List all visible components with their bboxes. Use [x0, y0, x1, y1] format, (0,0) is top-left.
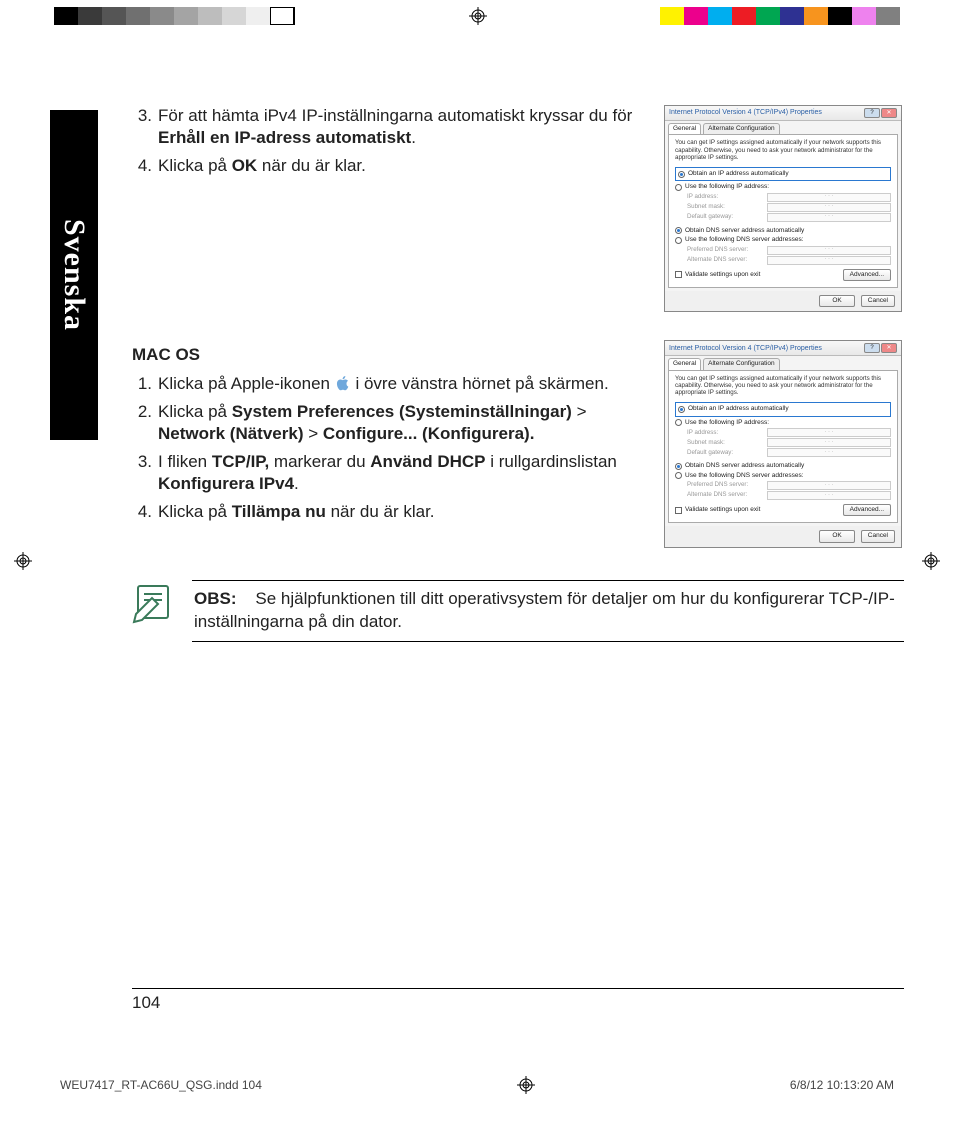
- dns1-field[interactable]: · · ·: [767, 246, 891, 255]
- radio-ip-manual[interactable]: [675, 184, 682, 191]
- cancel-button[interactable]: Cancel: [861, 530, 895, 542]
- ip-address-field[interactable]: · · ·: [767, 428, 891, 437]
- page-number: 104: [132, 993, 160, 1013]
- tcpip-properties-dialog: Internet Protocol Version 4 (TCP/IPv4) P…: [664, 105, 902, 312]
- help-button[interactable]: ?: [864, 343, 880, 353]
- color-swatches: [660, 7, 900, 25]
- registration-mark-icon: [517, 1076, 535, 1094]
- list-item: 2.Klicka på System Preferences (Systemin…: [132, 401, 646, 445]
- ok-button[interactable]: OK: [819, 530, 854, 542]
- radio-ip-auto[interactable]: [678, 171, 685, 178]
- indesign-slug: WEU7417_RT-AC66U_QSG.indd 104 6/8/12 10:…: [0, 1076, 954, 1094]
- dns2-field[interactable]: · · ·: [767, 491, 891, 500]
- note-label: OBS:: [194, 589, 237, 608]
- note-text: Se hjälpfunktionen till ditt operativsys…: [194, 589, 895, 631]
- apple-logo-icon: [335, 375, 351, 391]
- dialog-hint: You can get IP settings assigned automat…: [675, 139, 891, 160]
- subnet-mask-field[interactable]: · · ·: [767, 203, 891, 212]
- page-content: Svenska 3.För att hämta iPv4 IP-inställn…: [50, 60, 904, 1063]
- note-icon: [132, 580, 176, 624]
- dialog-hint: You can get IP settings assigned automat…: [675, 375, 891, 396]
- registration-mark-icon: [922, 552, 940, 570]
- list-item: 4.Klicka på Tillämpa nu när du är klar.: [132, 501, 646, 523]
- dns1-field[interactable]: · · ·: [767, 481, 891, 490]
- advanced-button[interactable]: Advanced...: [843, 504, 891, 516]
- instruction-list-windows: 3.För att hämta iPv4 IP-inställningarna …: [132, 105, 646, 177]
- tcpip-properties-dialog: Internet Protocol Version 4 (TCP/IPv4) P…: [664, 340, 902, 547]
- validate-checkbox[interactable]: [675, 507, 682, 514]
- subnet-mask-field[interactable]: · · ·: [767, 438, 891, 447]
- indd-date: 6/8/12 10:13:20 AM: [790, 1078, 894, 1092]
- ok-button[interactable]: OK: [819, 295, 854, 307]
- ip-address-field[interactable]: · · ·: [767, 193, 891, 202]
- note-box: OBS: Se hjälpfunktionen till ditt operat…: [132, 580, 904, 642]
- indd-file: WEU7417_RT-AC66U_QSG.indd 104: [60, 1078, 262, 1092]
- tab-general[interactable]: General: [668, 123, 701, 134]
- dns2-field[interactable]: · · ·: [767, 256, 891, 265]
- gateway-field[interactable]: · · ·: [767, 213, 891, 222]
- language-tab-label: Svenska: [57, 219, 91, 331]
- dialog-title: Internet Protocol Version 4 (TCP/IPv4) P…: [669, 344, 822, 353]
- tab-alternate[interactable]: Alternate Configuration: [703, 123, 780, 134]
- list-item: 4.Klicka på OK när du är klar.: [132, 155, 646, 177]
- radio-dns-manual[interactable]: [675, 472, 682, 479]
- list-item: 3.För att hämta iPv4 IP-inställningarna …: [132, 105, 646, 149]
- dialog-title: Internet Protocol Version 4 (TCP/IPv4) P…: [669, 108, 822, 117]
- radio-ip-manual[interactable]: [675, 419, 682, 426]
- registration-mark-icon: [14, 552, 32, 570]
- page-number-rule: [132, 988, 904, 989]
- registration-mark-icon: [469, 7, 487, 25]
- validate-checkbox[interactable]: [675, 271, 682, 278]
- radio-dns-manual[interactable]: [675, 237, 682, 244]
- radio-dns-auto[interactable]: [675, 463, 682, 470]
- close-button[interactable]: ✕: [881, 108, 897, 118]
- grayscale-swatches: [54, 7, 294, 25]
- gateway-field[interactable]: · · ·: [767, 448, 891, 457]
- radio-ip-auto[interactable]: [678, 406, 685, 413]
- language-tab: Svenska: [50, 110, 98, 440]
- list-item: 1.Klicka på Apple-ikonen i övre vänstra …: [132, 373, 646, 395]
- tab-alternate[interactable]: Alternate Configuration: [703, 358, 780, 369]
- tab-general[interactable]: General: [668, 358, 701, 369]
- help-button[interactable]: ?: [864, 108, 880, 118]
- list-item: 3.I fliken TCP/IP, markerar du Använd DH…: [132, 451, 646, 495]
- mac-os-heading: MAC OS: [132, 344, 646, 366]
- printer-color-bar: [0, 5, 954, 27]
- radio-dns-auto[interactable]: [675, 227, 682, 234]
- advanced-button[interactable]: Advanced...: [843, 269, 891, 281]
- close-button[interactable]: ✕: [881, 343, 897, 353]
- instruction-list-mac: 1.Klicka på Apple-ikonen i övre vänstra …: [132, 373, 646, 524]
- cancel-button[interactable]: Cancel: [861, 295, 895, 307]
